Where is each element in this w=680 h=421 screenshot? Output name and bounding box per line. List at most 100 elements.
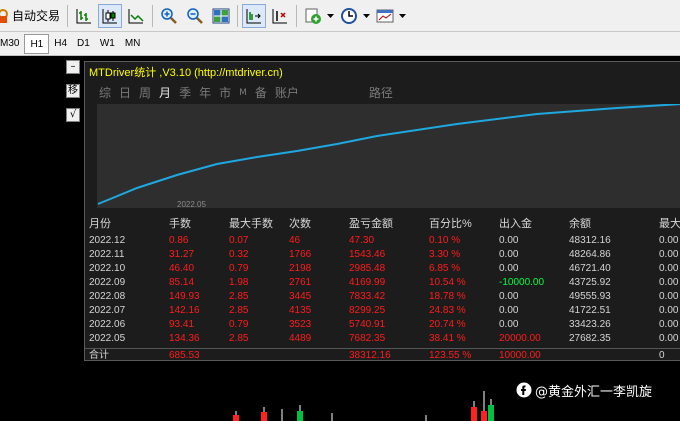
row-max: 0.00 <box>659 277 679 288</box>
tab-note[interactable]: 备 <box>255 84 267 102</box>
auto-scroll-button[interactable] <box>268 4 292 28</box>
table-row: 2022.11 31.27 0.32 1766 1543.46 3.30 % 0.00 482… <box>85 248 680 262</box>
row-month: 2022.10 <box>89 263 126 274</box>
total-max: 0 <box>659 350 665 361</box>
zoom-out-icon <box>187 7 203 24</box>
row-deposit: 0.00 <box>499 319 519 330</box>
periods-button[interactable] <box>337 4 361 28</box>
row-max-lots: 0.07 <box>229 235 249 246</box>
table-row: 2022.12 0.86 0.07 46 47.30 0.10 % 0.00 48312.16… <box>85 234 680 248</box>
minimize-panel-button[interactable]: – <box>66 60 80 74</box>
row-balance: 43725.92 <box>569 277 611 288</box>
candlestick-button[interactable] <box>98 3 123 28</box>
timeframe-h4[interactable]: H4 <box>49 34 72 54</box>
chart-window[interactable]: – 移 √ MTDriver统计 ,V3.10 (http://mtdriver… <box>0 57 680 421</box>
tab-quarter[interactable]: 季 <box>179 84 191 102</box>
timeframe-w1[interactable]: W1 <box>95 34 120 54</box>
row-max-lots: 2.85 <box>229 333 249 344</box>
tab-week[interactable]: 周 <box>139 84 151 102</box>
row-deposit: 20000.00 <box>499 333 541 344</box>
total-profit: 38312.16 <box>349 350 391 361</box>
table-row: 2022.06 93.41 0.79 3523 5740.91 20.74 % 0.00 33… <box>85 318 680 332</box>
tab-market[interactable]: 市 <box>219 84 231 102</box>
toolbar-separator <box>152 4 154 27</box>
chevron-down-icon[interactable] <box>326 13 334 18</box>
templates-button[interactable] <box>373 4 397 28</box>
balance-curve-plot: 2022.05 <box>97 104 680 209</box>
line-chart-button[interactable] <box>124 4 148 28</box>
row-count: 4489 <box>289 333 312 344</box>
table-row: 2022.09 85.14 1.98 2761 4169.99 10.54 % -10000… <box>85 276 680 290</box>
autotrade-button[interactable]: 自动交易 <box>0 4 64 28</box>
timeframe-h1[interactable]: H1 <box>24 33 50 54</box>
row-percent: 10.54 % <box>429 277 466 288</box>
row-lots: 85.14 <box>169 277 195 288</box>
timeframe-m30[interactable]: M30 <box>0 34 24 54</box>
row-percent: 38.41 % <box>429 333 466 344</box>
zoom-in-button[interactable] <box>157 4 181 28</box>
row-balance: 48312.16 <box>569 235 611 246</box>
chart-shift-icon <box>246 8 262 23</box>
tab-month[interactable]: 月 <box>159 84 171 102</box>
chevron-down-icon[interactable] <box>362 13 370 18</box>
row-percent: 18.78 % <box>429 291 466 302</box>
row-deposit: 0.00 <box>499 263 519 274</box>
row-deposit: 0.00 <box>499 235 519 246</box>
row-count: 4135 <box>289 305 312 316</box>
check-panel-button[interactable]: √ <box>66 108 80 122</box>
autotrade-label: 自动交易 <box>12 9 61 23</box>
curve-date-label: 2022.05 <box>177 200 206 209</box>
row-max-lots: 1.98 <box>229 277 249 288</box>
main-toolbar: 自动交易 <box>0 0 680 32</box>
row-max: 0.00 <box>659 305 679 316</box>
row-max-lots: 0.32 <box>229 249 249 260</box>
row-lots: 149.93 <box>169 291 200 302</box>
tab-day[interactable]: 日 <box>119 84 131 102</box>
line-chart-icon <box>128 8 144 23</box>
panel-title: MTDriver统计 ,V3.10 (http://mtdriver.cn) <box>89 67 283 79</box>
row-max-lots: 2.85 <box>229 305 249 316</box>
tab-path[interactable]: 路径 <box>369 84 393 102</box>
table-header: 月份 手数 最大手数 次数 盈亏金额 百分比% 出入金 余额 最大 <box>85 218 680 232</box>
tab-m[interactable]: M <box>239 84 247 102</box>
stats-tabs: 综 日 周 月 季 年 市 M 备 账户 路径 <box>99 84 401 102</box>
tab-year[interactable]: 年 <box>199 84 211 102</box>
row-balance: 46721.40 <box>569 263 611 274</box>
bar-chart-button[interactable] <box>72 4 96 28</box>
table-row: 2022.08 149.93 2.85 3445 7833.42 18.78 % 0.00 4… <box>85 290 680 304</box>
mtdriver-stats-panel: MTDriver统计 ,V3.10 (http://mtdriver.cn) 综… <box>84 61 680 361</box>
row-profit: 1543.46 <box>349 249 386 260</box>
row-profit: 4169.99 <box>349 277 386 288</box>
row-lots: 0.86 <box>169 235 189 246</box>
row-percent: 24.83 % <box>429 305 466 316</box>
tab-summary[interactable]: 综 <box>99 84 111 102</box>
timeframe-d1[interactable]: D1 <box>72 34 95 54</box>
row-max-lots: 0.79 <box>229 319 249 330</box>
row-balance: 49555.93 <box>569 291 611 302</box>
templates-icon <box>376 9 394 22</box>
watermark-text: @黄金外汇一李凯旋 <box>535 384 653 400</box>
tile-windows-icon <box>212 8 230 23</box>
tile-windows-button[interactable] <box>209 4 233 28</box>
toolbar-separator <box>237 4 239 27</box>
row-max-lots: 0.79 <box>229 263 249 274</box>
row-count: 1766 <box>289 249 312 260</box>
new-order-button[interactable] <box>301 4 325 28</box>
timeframe-mn[interactable]: MN <box>120 34 146 54</box>
zoom-out-button[interactable] <box>183 4 207 28</box>
new-order-icon <box>305 8 322 24</box>
row-month: 2022.09 <box>89 277 126 288</box>
total-row: 合计 685.53 38312.16 123.55 % 10000.00 0 <box>85 348 680 362</box>
move-panel-button[interactable]: 移 <box>66 84 80 98</box>
chevron-down-icon[interactable] <box>398 13 406 18</box>
balance-curve-svg <box>97 104 680 205</box>
tab-account[interactable]: 账户 <box>275 84 299 102</box>
weibo-logo-icon <box>516 382 532 398</box>
row-profit: 5740.91 <box>349 319 386 330</box>
col-percent: 百分比% <box>429 218 472 230</box>
col-month: 月份 <box>89 218 111 230</box>
table-row: 2022.10 46.40 0.79 2198 2985.48 6.85 % 0.00 467… <box>85 262 680 276</box>
row-deposit: 0.00 <box>499 305 519 316</box>
chart-shift-button[interactable] <box>242 3 267 28</box>
periods-icon <box>341 7 358 24</box>
